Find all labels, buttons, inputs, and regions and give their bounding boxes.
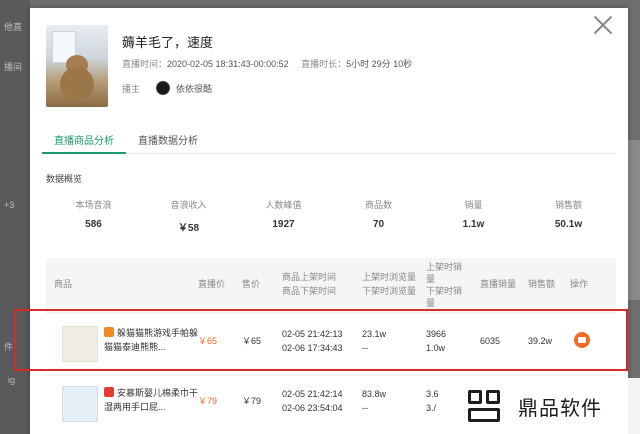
highlight-box (14, 309, 628, 371)
watermark: 鼎品软件 (458, 378, 640, 434)
stat-item: 人数峰值 1927 (236, 198, 331, 234)
background-label: 播间 (4, 62, 23, 72)
stat-key: 人数峰值 (265, 200, 302, 210)
stat-key: 本场音浪 (75, 200, 112, 210)
live-time-value: 2020-02-05 18:31:43-00:00:52 (167, 59, 289, 69)
stat-item: 本场音浪 586 (46, 198, 141, 234)
header-op: 操作 (570, 279, 589, 289)
time-on: 02-05 21:42:14 (282, 389, 343, 399)
stat-item: 销量 1.1w (426, 198, 521, 234)
background-label: 他直 (4, 22, 23, 32)
stat-key: 销量 (464, 200, 483, 210)
avatar[interactable] (156, 81, 171, 95)
close-icon[interactable] (592, 14, 614, 36)
stat-value: 50.1w (554, 219, 583, 230)
product-name-cell[interactable]: 安慕斯婴儿棉柔巾干湿两用手口屁... (104, 386, 204, 414)
tab-data-analysis[interactable]: 直播数据分析 (126, 126, 210, 154)
background-label: +3 (4, 200, 15, 210)
live-time-label: 直播时间： (122, 59, 168, 69)
stat-item: 音浪收入 ￥58 (141, 198, 236, 234)
stat-item: 销售额 50.1w (521, 198, 616, 234)
tab-bar: 直播商品分析 直播数据分析 (42, 126, 616, 154)
overview-stats: 本场音浪 586 音浪收入 ￥58 人数峰值 1927 商品数 70 销量 1.… (46, 198, 616, 234)
product-thumbnail[interactable] (62, 386, 98, 422)
header-views-off[interactable]: 下架时浏览量 (362, 285, 416, 298)
shop-icon (104, 387, 114, 397)
stat-value: 586 (85, 219, 102, 230)
time-off: 02-06 23:54:04 (282, 403, 343, 413)
price: ￥79 (242, 396, 262, 406)
tab-product-analysis[interactable]: 直播商品分析 (42, 126, 126, 154)
background-label: ig (8, 375, 16, 385)
table-header: 商品 直播价 售价 商品上架时间 商品下架时间 上架时浏览量 下架时浏览量 上架… (46, 258, 616, 314)
views-off: -- (362, 403, 368, 413)
host-info: 播主 依依很酷 (122, 81, 212, 95)
sales-on: 3.6 (426, 389, 439, 399)
header-revenue[interactable]: 销售额 (528, 278, 555, 291)
header-live-sales[interactable]: 直播销量 (480, 278, 516, 291)
host-name[interactable]: 依依很酷 (176, 82, 212, 95)
sales-off: 3./ (426, 403, 437, 413)
overview-title: 数据概览 (46, 174, 83, 184)
header-time-on[interactable]: 商品上架时间 (282, 271, 336, 284)
host-label: 播主 (122, 83, 141, 94)
product-name[interactable]: 安慕斯婴儿棉柔巾干湿两用手口屁... (104, 388, 198, 412)
stat-item: 商品数 70 (331, 198, 426, 234)
live-meta: 直播时间：2020-02-05 18:31:43-00:00:52 直播时长：5… (122, 57, 422, 70)
live-duration-value: 5小时 29分 10秒 (346, 59, 413, 69)
stat-key: 销售额 (554, 200, 582, 210)
live-title: 薅羊毛了，速度 (122, 35, 214, 50)
stat-value: 1.1w (462, 219, 485, 230)
background-label: 件 (4, 342, 14, 352)
header-live-price[interactable]: 直播价 (198, 278, 225, 291)
header-time-off[interactable]: 商品下架时间 (282, 285, 336, 298)
stat-value: 70 (372, 219, 385, 230)
header-price[interactable]: 售价 (242, 278, 260, 291)
live-duration-label: 直播时长： (301, 59, 347, 69)
live-price: ￥79 (198, 396, 218, 406)
brand-logo-icon (466, 386, 506, 426)
stat-value: ￥58 (177, 223, 200, 234)
stat-value: 1927 (272, 219, 295, 230)
header-views-on[interactable]: 上架时浏览量 (362, 271, 416, 284)
stat-key: 音浪收入 (170, 200, 207, 210)
live-cover-image (46, 25, 108, 107)
views-on: 83.8w (362, 389, 387, 399)
teddy-bear-body-graphic (60, 67, 94, 101)
header-product: 商品 (54, 279, 73, 289)
stat-key: 商品数 (364, 200, 392, 210)
watermark-text: 鼎品软件 (518, 397, 602, 420)
